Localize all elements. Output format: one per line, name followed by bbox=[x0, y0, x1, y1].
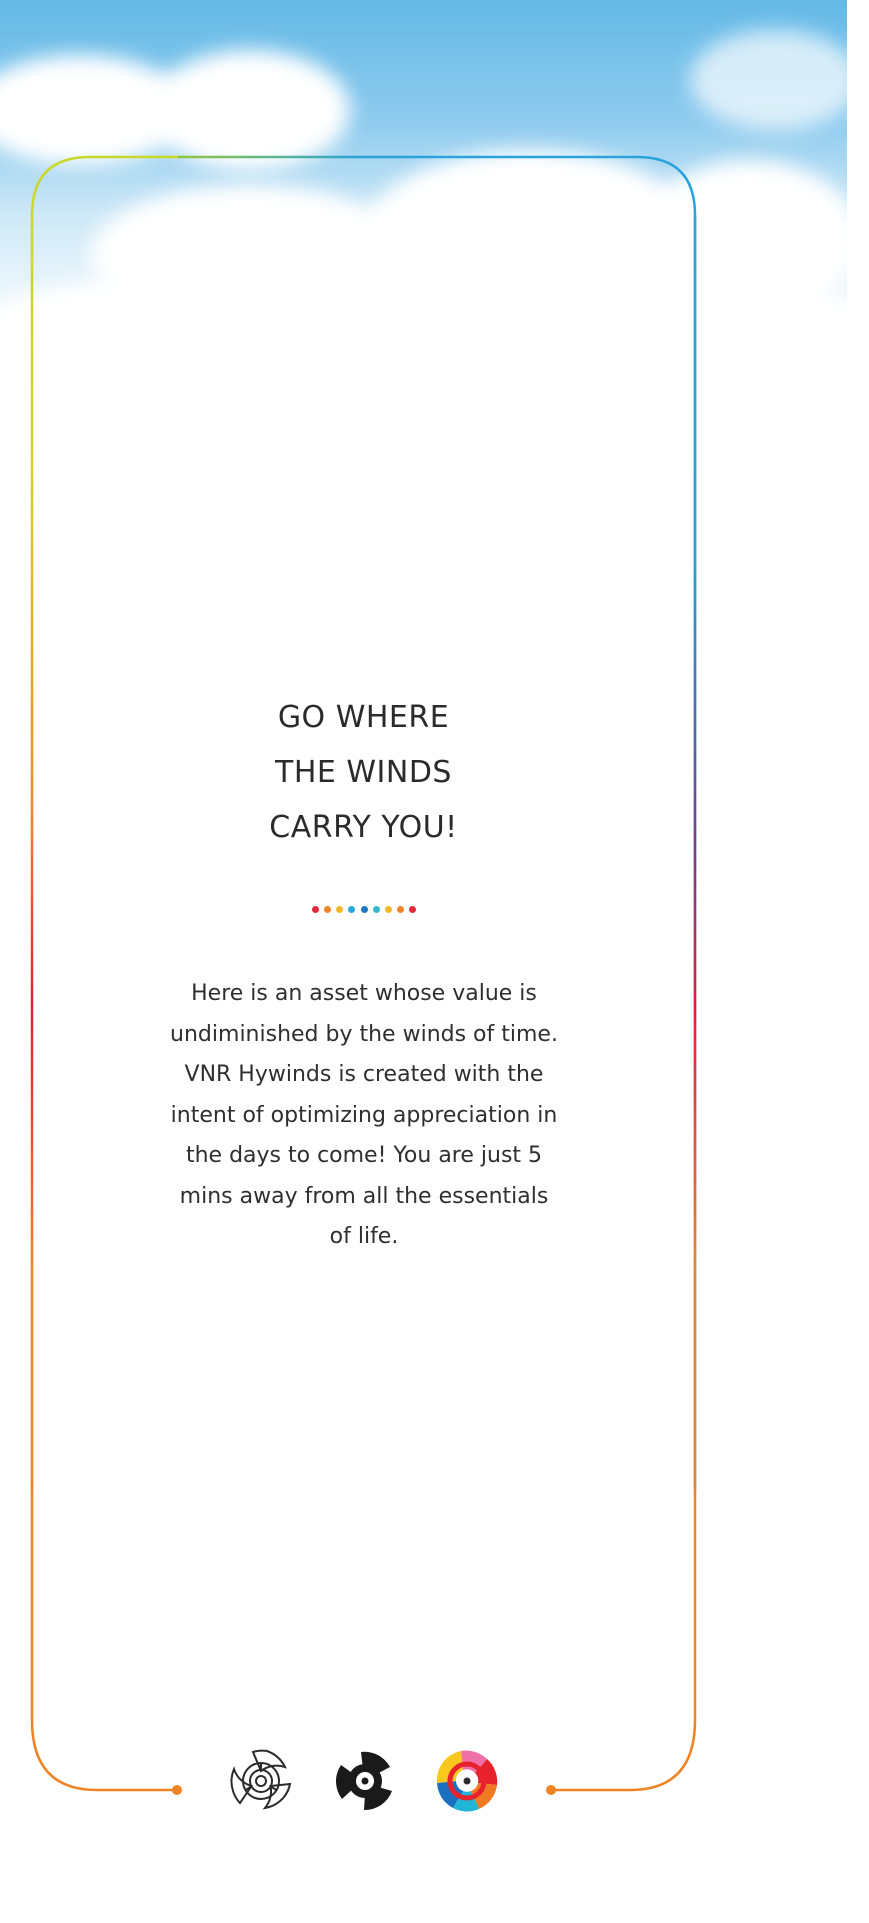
headline: GO WHERE THE WINDS CARRY YOU! bbox=[0, 690, 727, 855]
divider-dot bbox=[312, 906, 319, 913]
divider-dot bbox=[372, 906, 380, 913]
divider-dot bbox=[336, 906, 344, 913]
divider-dot bbox=[360, 906, 368, 913]
divider-dot bbox=[348, 906, 356, 913]
headline-line-1: GO WHERE bbox=[277, 700, 450, 735]
divider-dot bbox=[409, 906, 416, 913]
pinwheel-black-icon bbox=[335, 1751, 392, 1811]
divider-dot bbox=[396, 906, 404, 913]
gradient-frame bbox=[30, 155, 697, 1795]
divider-dot bbox=[384, 906, 392, 913]
dotted-divider bbox=[312, 906, 416, 914]
divider-dot bbox=[324, 906, 332, 913]
headline-line-2: THE WINDS bbox=[275, 755, 452, 790]
description-text: Here is an asset whose value is undimini… bbox=[170, 981, 558, 1249]
headline-line-3: CARRY YOU! bbox=[269, 810, 458, 845]
pinwheel-outline-icon bbox=[230, 1749, 292, 1810]
pinwheel-color-icon bbox=[436, 1750, 498, 1812]
